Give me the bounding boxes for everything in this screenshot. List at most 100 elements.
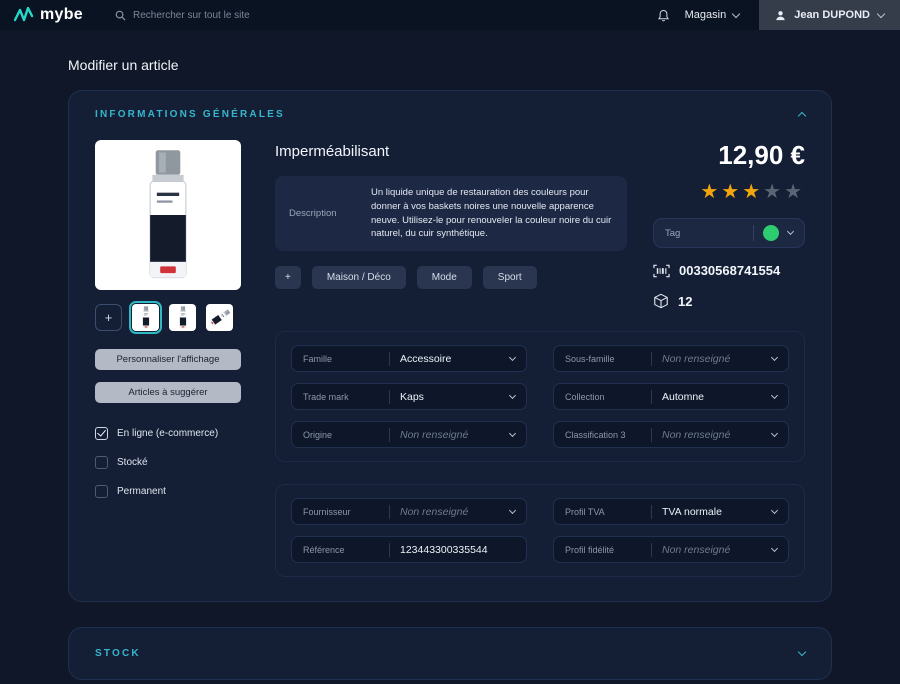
field-label: Trade mark: [303, 391, 349, 402]
general-info-header[interactable]: INFORMATIONS GÉNÉRALES: [95, 109, 807, 121]
product-name: Imperméabilisant: [275, 143, 390, 160]
divider: [651, 389, 652, 404]
field-fournisseur[interactable]: Fournisseur Non renseigné: [291, 498, 527, 525]
field-label: Profil fidélité: [565, 544, 615, 555]
field-classification-3[interactable]: Classification 3 Non renseigné: [553, 421, 789, 448]
topbar-right: Magasin Jean DUPOND: [657, 0, 900, 30]
chevron-down-icon: [770, 506, 779, 514]
notifications-button[interactable]: [657, 9, 669, 22]
category-chip[interactable]: Maison / Déco: [311, 266, 406, 290]
product-price: 12,90 €: [718, 140, 805, 170]
checkbox-label: Permanent: [117, 486, 166, 497]
brand-logo[interactable]: mybe: [14, 6, 83, 24]
field-origine[interactable]: Origine Non renseigné: [291, 421, 527, 448]
package-count: 12: [678, 293, 693, 309]
chevron-down-icon: [770, 544, 779, 552]
field-profil-fidelite[interactable]: Profil fidélité Non renseigné: [553, 536, 789, 563]
tag-dropdown[interactable]: Tag: [653, 218, 805, 248]
field-famille[interactable]: Famille Accessoire: [291, 345, 527, 372]
checkbox-label: Stocké: [117, 457, 148, 468]
field-label: Origine: [303, 429, 333, 440]
stock-card: STOCK: [68, 627, 832, 680]
field-label: Classification 3: [565, 429, 626, 440]
chevron-down-icon: [508, 353, 517, 361]
section-title: INFORMATIONS GÉNÉRALES: [95, 109, 285, 120]
general-info-card: INFORMATIONS GÉNÉRALES + Personnaliser l…: [68, 90, 832, 602]
product-media-column: + Personnaliser l'affichage Articles à s…: [95, 140, 245, 577]
checkbox-stocked[interactable]: Stocké: [95, 456, 245, 469]
field-value: Kaps: [400, 390, 424, 403]
field-profil-tva[interactable]: Profil TVA TVA normale: [553, 498, 789, 525]
page-title: Modifier un article: [68, 57, 179, 73]
person-icon: [775, 10, 786, 21]
section-title: STOCK: [95, 648, 141, 659]
tag-color-dot: [763, 225, 779, 241]
field-value: Non renseigné: [400, 505, 469, 518]
divider: [651, 351, 652, 366]
store-selector[interactable]: Magasin: [684, 9, 741, 21]
package-icon: [653, 293, 669, 309]
rating-stars[interactable]: ★★★★★: [653, 179, 805, 204]
divider: [651, 427, 652, 442]
chevron-down-icon[interactable]: [797, 647, 807, 657]
divider: [389, 542, 390, 557]
field-value: Non renseigné: [662, 543, 731, 556]
field-value: Non renseigné: [662, 352, 731, 365]
brand-name: mybe: [40, 6, 83, 23]
chevron-down-icon: [876, 9, 886, 18]
description-text: Un liquide unique de restauration des co…: [371, 187, 612, 240]
field-value: Automne: [662, 390, 705, 403]
description-field[interactable]: Description Un liquide unique de restaur…: [275, 176, 627, 252]
field-collection[interactable]: Collection Automne: [553, 383, 789, 410]
chevron-down-icon: [731, 9, 741, 18]
field-trade-mark[interactable]: Trade mark Kaps: [291, 383, 527, 410]
field-value: Accessoire: [400, 352, 452, 365]
checkbox-icon[interactable]: [95, 427, 108, 440]
customize-display-button[interactable]: Personnaliser l'affichage: [95, 349, 241, 370]
search-input[interactable]: [133, 9, 353, 21]
description-label: Description: [289, 208, 337, 220]
field-label: Profil TVA: [565, 506, 605, 517]
add-category-button[interactable]: +: [275, 266, 301, 290]
thumbnail-2[interactable]: [169, 304, 196, 331]
field-label: Fournisseur: [303, 506, 351, 517]
star-icon[interactable]: ★: [700, 181, 721, 203]
divider: [389, 389, 390, 404]
chevron-down-icon: [770, 353, 779, 361]
category-chip[interactable]: Sport: [482, 266, 537, 290]
field-label: Référence: [303, 544, 345, 555]
checkbox-permanent[interactable]: Permanent: [95, 485, 245, 498]
store-label: Magasin: [684, 9, 727, 21]
classification-group: Famille Accessoire Sous-famille Non rens…: [275, 331, 805, 462]
checkbox-icon[interactable]: [95, 485, 108, 498]
category-chips: + Maison / Déco Mode Sport: [275, 266, 627, 290]
star-icon[interactable]: ★: [721, 181, 742, 203]
star-icon[interactable]: ★: [784, 181, 805, 203]
star-icon[interactable]: ★: [742, 181, 763, 203]
stock-header[interactable]: STOCK: [95, 647, 807, 659]
chevron-up-icon[interactable]: [797, 111, 807, 121]
checkbox-online[interactable]: En ligne (e-commerce): [95, 427, 245, 440]
field-reference[interactable]: Référence 123443300335544: [291, 536, 527, 563]
thumbnail-3[interactable]: [206, 304, 233, 331]
package-row: 12: [653, 293, 805, 309]
field-value: TVA normale: [662, 505, 722, 518]
user-menu[interactable]: Jean DUPOND: [759, 0, 900, 30]
divider: [389, 427, 390, 442]
field-sous-famille[interactable]: Sous-famille Non renseigné: [553, 345, 789, 372]
barcode-icon: [653, 264, 670, 278]
price-column: 12,90 € ★★★★★ Tag 00330568741554 12: [653, 140, 805, 309]
thumbnail-1[interactable]: [129, 301, 162, 334]
category-chip[interactable]: Mode: [416, 266, 472, 290]
suggest-articles-button[interactable]: Articles à suggérer: [95, 382, 241, 403]
divider: [389, 351, 390, 366]
search-icon: [115, 10, 126, 21]
checkbox-icon[interactable]: [95, 456, 108, 469]
add-photo-button[interactable]: +: [95, 304, 122, 331]
topbar: mybe Magasin Jean DUPOND: [0, 0, 900, 30]
chevron-down-icon: [770, 429, 779, 437]
star-icon[interactable]: ★: [763, 181, 784, 203]
checkbox-label: En ligne (e-commerce): [117, 428, 219, 439]
main-content: Modifier un article INFORMATIONS GÉNÉRAL…: [0, 57, 900, 680]
chevron-down-icon: [508, 391, 517, 399]
